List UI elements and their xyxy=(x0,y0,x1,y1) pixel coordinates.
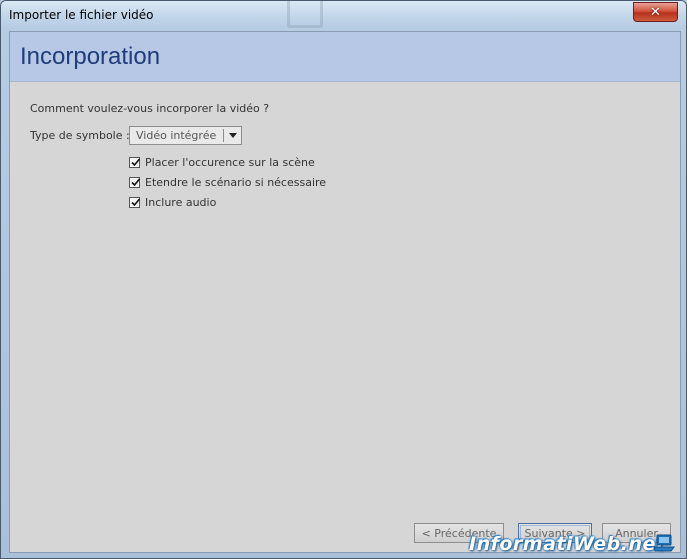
title-bar[interactable]: Importer le fichier vidéo ✕ xyxy=(1,1,686,29)
dialog-body: Incorporation Comment voulez-vous incorp… xyxy=(9,31,681,553)
checkbox-label: Placer l'occurence sur la scène xyxy=(145,155,315,169)
checkbox-label: Etendre le scénario si nécessaire xyxy=(145,175,327,189)
symbol-type-select[interactable]: Vidéo intégrée xyxy=(129,126,242,145)
window-title: Importer le fichier vidéo xyxy=(9,8,154,22)
checkbox-place-instance[interactable] xyxy=(129,156,141,168)
close-button[interactable]: ✕ xyxy=(633,2,678,22)
background-window-ghost xyxy=(287,1,323,28)
embed-question: Comment voulez-vous incorporer la vidéo … xyxy=(30,102,270,115)
option-include-audio[interactable]: Inclure audio xyxy=(129,194,216,210)
dropdown-separator xyxy=(223,129,224,142)
symbol-type-label: Type de symbole : xyxy=(30,129,130,142)
page-title: Incorporation xyxy=(20,43,161,70)
import-video-dialog: Importer le fichier vidéo ✕ Incorporatio… xyxy=(0,0,687,559)
laptop-logo-icon xyxy=(653,534,675,552)
checkmark-icon xyxy=(131,157,141,166)
close-icon: ✕ xyxy=(650,4,661,20)
checkmark-icon xyxy=(131,197,141,206)
checkbox-extend-timeline[interactable] xyxy=(129,176,141,188)
option-extend-timeline[interactable]: Etendre le scénario si nécessaire xyxy=(129,174,326,190)
checkmark-icon xyxy=(131,177,141,186)
checkbox-include-audio[interactable] xyxy=(129,196,141,208)
step-header: Incorporation xyxy=(10,32,680,82)
chevron-down-icon[interactable] xyxy=(229,133,237,138)
watermark: InformatiWeb.net xyxy=(469,533,666,555)
checkbox-label: Inclure audio xyxy=(145,195,217,209)
option-place-instance[interactable]: Placer l'occurence sur la scène xyxy=(129,154,315,170)
symbol-type-value: Vidéo intégrée xyxy=(136,129,217,142)
